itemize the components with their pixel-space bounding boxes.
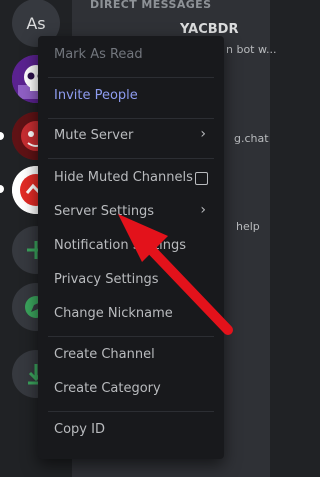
menu-divider	[48, 77, 214, 78]
menu-divider	[48, 336, 214, 337]
menu-item-create-channel[interactable]: Create Channel	[54, 347, 155, 362]
hide-muted-checkbox[interactable]	[195, 172, 208, 185]
chevron-right-icon: ›	[200, 126, 206, 142]
menu-item-mute-server[interactable]: Mute Server	[54, 128, 133, 143]
menu-item-invite-people[interactable]: Invite People	[54, 88, 138, 103]
menu-divider	[48, 411, 214, 412]
menu-item-mark-as-read[interactable]: Mark As Read	[54, 47, 143, 62]
menu-divider	[48, 158, 214, 159]
server-context-menu: Mark As Read Invite People Mute Server ›…	[38, 36, 224, 459]
dm-domain-peek: g.chat	[234, 132, 269, 145]
direct-messages-header: DIRECT MESSAGES	[90, 0, 212, 11]
dm-name-peek[interactable]: YACBDR	[180, 22, 238, 37]
dm-help-peek: help	[236, 220, 260, 233]
chevron-right-icon: ›	[200, 202, 206, 218]
home-initials: As	[26, 14, 46, 33]
menu-item-create-category[interactable]: Create Category	[54, 381, 161, 396]
unread-indicator	[0, 132, 4, 140]
dm-preview-peek: n bot w...	[226, 43, 277, 56]
menu-item-privacy-settings[interactable]: Privacy Settings	[54, 272, 159, 287]
menu-item-hide-muted-channels[interactable]: Hide Muted Channels	[54, 170, 193, 185]
menu-item-copy-id[interactable]: Copy ID	[54, 422, 105, 437]
menu-divider	[48, 118, 214, 119]
menu-item-notification-settings[interactable]: Notification Settings	[54, 238, 186, 253]
unread-indicator	[0, 185, 4, 193]
menu-item-change-nickname[interactable]: Change Nickname	[54, 306, 173, 321]
menu-item-server-settings[interactable]: Server Settings	[54, 204, 154, 219]
